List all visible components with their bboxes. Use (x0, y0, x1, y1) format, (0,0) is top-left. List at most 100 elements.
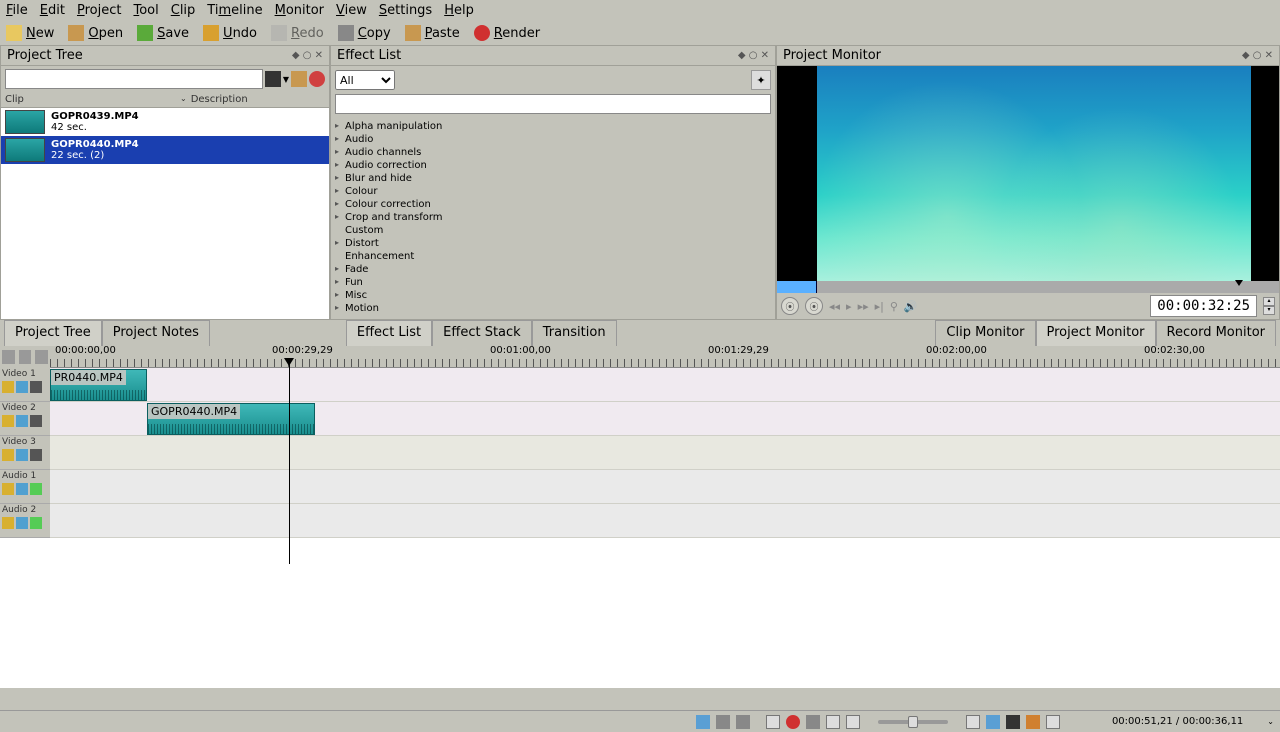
effect-cat[interactable]: Alpha manipulation (335, 120, 771, 133)
mute-icon[interactable] (16, 449, 28, 461)
favorite-button[interactable]: ✦ (751, 70, 771, 90)
sb-icon-c[interactable] (1006, 715, 1020, 729)
track[interactable]: PR0440.MP4 (50, 368, 1280, 402)
sb-thumb-icon[interactable] (696, 715, 710, 729)
effect-cat[interactable]: Audio channels (335, 146, 771, 159)
forward-icon[interactable]: ▸▸ (858, 300, 869, 313)
sb-split-icon[interactable] (766, 715, 780, 729)
mute-icon[interactable] (16, 381, 28, 393)
sb-icon2[interactable] (716, 715, 730, 729)
lock-icon[interactable] (2, 449, 14, 461)
effect-search-input[interactable] (335, 94, 771, 114)
copy-button[interactable]: Copy (338, 25, 391, 41)
track[interactable] (50, 436, 1280, 470)
sb-icon3[interactable] (736, 715, 750, 729)
delete-icon[interactable] (309, 71, 325, 87)
tab-project-monitor[interactable]: Project Monitor (1036, 320, 1156, 346)
effect-filter-select[interactable]: All (335, 70, 395, 90)
panel-controls[interactable]: ◆ ○ ✕ (292, 50, 323, 61)
sb-icon-d[interactable] (1026, 715, 1040, 729)
sb-icon-b[interactable] (986, 715, 1000, 729)
zoom-icon[interactable]: ⚲ (890, 300, 898, 313)
timeline-playhead[interactable] (289, 364, 290, 564)
panel-controls[interactable]: ◆ ○ ✕ (1242, 50, 1273, 61)
play-icon[interactable]: ▸ (846, 300, 852, 313)
sb-icon-e[interactable] (1046, 715, 1060, 729)
menu-help[interactable]: Help (444, 3, 474, 18)
track-header[interactable]: Video 2 (0, 402, 50, 436)
menu-file[interactable]: File (6, 3, 28, 18)
video-icon[interactable] (30, 415, 42, 427)
track-header[interactable]: Audio 2 (0, 504, 50, 538)
menu-view[interactable]: View (336, 3, 367, 18)
zoom-slider[interactable] (878, 720, 948, 724)
mute-icon[interactable] (16, 415, 28, 427)
effect-cat[interactable]: Custom (335, 224, 771, 237)
audio-icon[interactable] (30, 483, 42, 495)
sb-cherry-icon[interactable] (786, 715, 800, 729)
tab-clip-monitor[interactable]: Clip Monitor (935, 320, 1035, 346)
effect-cat[interactable]: Colour (335, 185, 771, 198)
new-button[interactable]: New (6, 25, 54, 41)
sb-fit-icon[interactable] (826, 715, 840, 729)
zone-start-icon[interactable]: ⦿ (781, 297, 799, 315)
effect-cat[interactable]: Fun (335, 276, 771, 289)
lock-icon[interactable] (2, 415, 14, 427)
tab-project-tree[interactable]: Project Tree (4, 320, 102, 346)
tab-effect-list[interactable]: Effect List (346, 320, 432, 346)
effect-cat[interactable]: Colour correction (335, 198, 771, 211)
undo-button[interactable]: Undo (203, 25, 257, 41)
effect-cat[interactable]: Fade (335, 263, 771, 276)
tool1-icon[interactable] (2, 350, 15, 364)
effect-cat[interactable]: Audio (335, 133, 771, 146)
effect-cat[interactable]: Enhancement (335, 250, 771, 263)
clip-row[interactable]: GOPR0439.MP442 sec. (1, 108, 329, 136)
mute-icon[interactable] (16, 483, 28, 495)
menu-timeline[interactable]: Timeline (207, 3, 262, 18)
effect-cat[interactable]: Audio correction (335, 159, 771, 172)
track-header[interactable]: Audio 1 (0, 470, 50, 504)
camera-add-icon[interactable] (265, 71, 281, 87)
sb-zoom-icon[interactable] (846, 715, 860, 729)
monitor-timecode[interactable]: 00:00:32:25 (1150, 295, 1257, 317)
menu-edit[interactable]: Edit (40, 3, 65, 18)
clip-row[interactable]: GOPR0440.MP422 sec. (2) (1, 136, 329, 164)
track[interactable]: GOPR0440.MP4 (50, 402, 1280, 436)
effect-cat[interactable]: Blur and hide (335, 172, 771, 185)
col-clip[interactable]: Clip (5, 94, 180, 105)
status-dropdown-icon[interactable]: ⌄ (1267, 717, 1274, 726)
sb-snap-icon[interactable] (806, 715, 820, 729)
audio-icon[interactable] (30, 517, 42, 529)
timeline-clip[interactable]: PR0440.MP4 (50, 369, 147, 401)
monitor-ruler[interactable] (777, 281, 1279, 293)
track[interactable] (50, 504, 1280, 538)
edit-icon[interactable] (291, 71, 307, 87)
rewind-icon[interactable]: ◂◂ (829, 300, 840, 313)
dropdown-icon[interactable]: ▼ (283, 75, 289, 84)
render-button[interactable]: Render (474, 25, 540, 41)
track-header[interactable]: Video 3 (0, 436, 50, 470)
sb-icon-a[interactable] (966, 715, 980, 729)
project-tree-search[interactable] (5, 69, 263, 89)
zone-end-icon[interactable]: ⦿ (805, 297, 823, 315)
menu-settings[interactable]: Settings (379, 3, 432, 18)
menu-clip[interactable]: Clip (171, 3, 196, 18)
lock-icon[interactable] (2, 381, 14, 393)
panel-controls[interactable]: ◆ ○ ✕ (738, 50, 769, 61)
open-button[interactable]: Open (68, 25, 123, 41)
tab-project-notes[interactable]: Project Notes (102, 320, 210, 346)
tool3-icon[interactable] (35, 350, 48, 364)
track-header[interactable]: Video 1 (0, 368, 50, 402)
timeline-ruler[interactable]: 00:00:00,0000:00:29,2900:01:00,0000:01:2… (50, 346, 1280, 368)
lock-icon[interactable] (2, 517, 14, 529)
effect-cat[interactable]: Distort (335, 237, 771, 250)
tab-transition[interactable]: Transition (532, 320, 617, 346)
save-button[interactable]: Save (137, 25, 189, 41)
tracks[interactable]: PR0440.MP4GOPR0440.MP4 (50, 368, 1280, 538)
sort-icon[interactable]: ⌄ (180, 94, 187, 105)
audio-icon[interactable]: 🔊 (904, 300, 918, 313)
menu-monitor[interactable]: Monitor (275, 3, 324, 18)
skip-icon[interactable]: ▸| (875, 300, 884, 313)
menu-tool[interactable]: Tool (133, 3, 158, 18)
effect-cat[interactable]: Crop and transform (335, 211, 771, 224)
